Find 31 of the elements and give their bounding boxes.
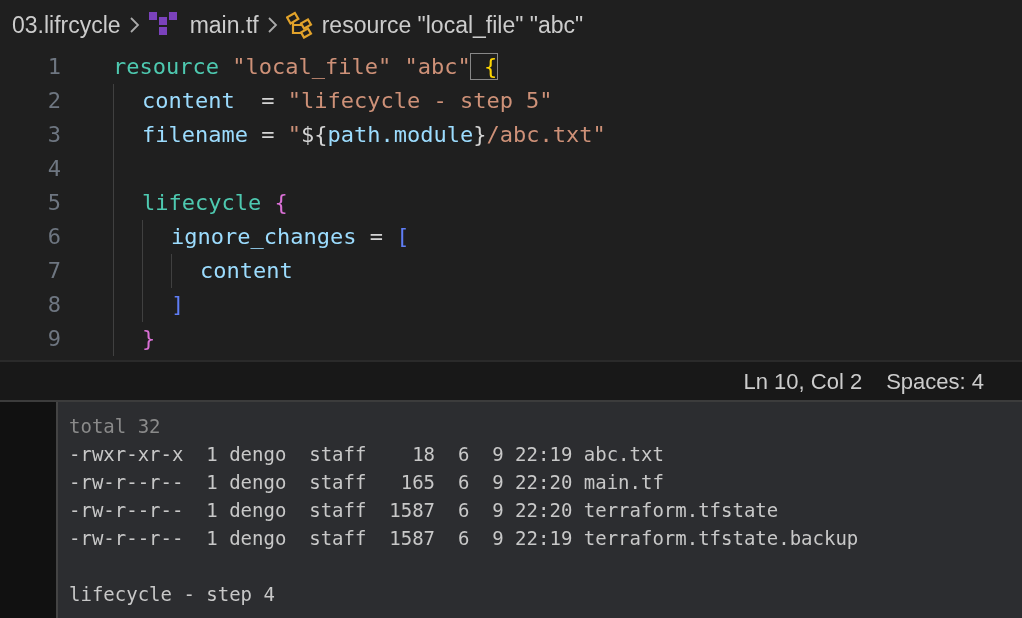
code-line: content <box>200 257 293 285</box>
code-line: } <box>142 325 156 353</box>
code-line: ] <box>171 291 185 319</box>
breadcrumb-item[interactable]: 03.lifrcycle <box>12 7 121 43</box>
code-line: content = "lifecycle - step 5" <box>142 87 553 115</box>
breadcrumb-item[interactable]: resource "local_file" "abc" <box>321 7 584 43</box>
line-number: 5 <box>46 189 62 217</box>
chevron-icon <box>128 16 140 34</box>
terminal-line: total 32 <box>69 414 162 439</box>
line-number: 2 <box>46 87 62 115</box>
terminal-output: lifecycle - step 4 <box>69 582 276 607</box>
line-number: 3 <box>46 121 62 149</box>
structure-icon <box>285 11 314 39</box>
terminal-line: -rw-r--r-- 1 dengo staff 1587 6 9 22:20 terraform.tfstate <box>69 498 780 523</box>
code-line: resource "local_file" "abc" { <box>113 53 498 81</box>
terminal-line: -rw-r--r-- 1 dengo staff 1587 6 9 22:19 terraform.tfstate.backup <box>69 526 860 551</box>
line-number: 4 <box>46 155 62 183</box>
terminal-line: -rw-r--r-- 1 dengo staff 165 6 9 22:20 main.tf <box>69 470 665 495</box>
code-line: ignore_changes = [ <box>171 223 410 251</box>
line-number: 7 <box>46 257 62 285</box>
breadcrumb-item[interactable]: main.tf <box>189 7 259 43</box>
line-number: 8 <box>46 291 62 319</box>
line-number: 9 <box>46 325 62 353</box>
line-number: 1 <box>46 53 62 81</box>
status-item[interactable]: Spaces: 4 <box>886 364 984 398</box>
code-line: lifecycle { <box>142 189 288 217</box>
line-number: 6 <box>46 223 62 251</box>
status-item[interactable]: Ln 10, Col 2 <box>743 364 863 398</box>
chevron-icon <box>266 16 278 34</box>
terminal-line: -rwxr-xr-x 1 dengo staff 18 6 9 22:19 abc.txt <box>69 442 665 467</box>
code-line: filename = "${path.module}/abc.txt" <box>142 121 606 149</box>
